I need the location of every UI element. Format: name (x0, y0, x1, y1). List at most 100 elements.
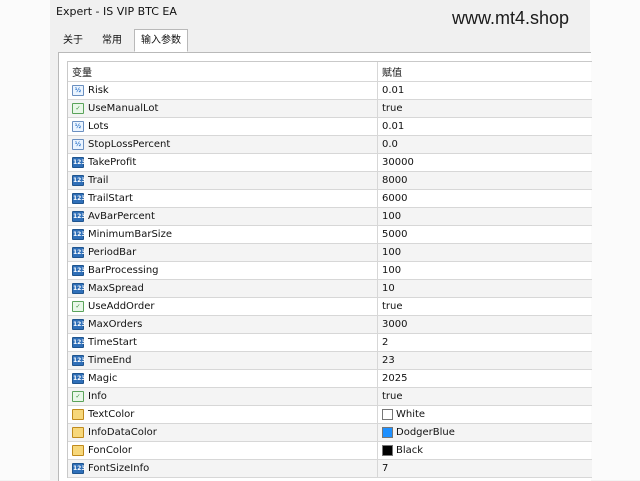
parameter-value-cell[interactable]: White (378, 406, 592, 423)
parameter-name-cell: 123 Magic (68, 370, 378, 387)
parameter-name: InfoDataColor (88, 427, 157, 438)
parameter-name: UseManualLot (88, 103, 159, 114)
table-row[interactable]: 123 FontSizeInfo 7 (68, 460, 592, 478)
parameter-value[interactable]: 23 (382, 355, 395, 366)
double-icon: ½ (72, 139, 84, 150)
double-icon: ½ (72, 121, 84, 132)
parameter-name: StopLossPercent (88, 139, 171, 150)
parameter-value-cell[interactable]: true (378, 388, 592, 405)
parameter-value-cell[interactable]: true (378, 298, 592, 315)
parameter-value[interactable]: 0.01 (382, 85, 404, 96)
bool-icon: ✓ (72, 391, 84, 402)
parameter-value-cell[interactable]: 0.01 (378, 82, 592, 99)
parameter-value-cell[interactable]: DodgerBlue (378, 424, 592, 441)
color-swatch (382, 427, 393, 438)
parameter-value-cell[interactable]: 0.01 (378, 118, 592, 135)
integer-icon: 123 (72, 175, 86, 186)
tab-common[interactable]: 常用 (94, 30, 130, 52)
parameter-value[interactable]: 0.01 (382, 121, 404, 132)
parameter-value[interactable]: Black (396, 445, 423, 456)
column-header-value[interactable]: 赋值 (378, 62, 592, 81)
table-row[interactable]: ½ Lots 0.01 (68, 118, 592, 136)
table-row[interactable]: 123 PeriodBar 100 (68, 244, 592, 262)
parameter-value[interactable]: 100 (382, 247, 401, 258)
parameter-value-cell[interactable]: 5000 (378, 226, 592, 243)
table-row[interactable]: 123 MinimumBarSize 5000 (68, 226, 592, 244)
parameter-name-cell: 123 BarProcessing (68, 262, 378, 279)
parameter-name-cell: 123 Trail (68, 172, 378, 189)
parameter-value-cell[interactable]: 2025 (378, 370, 592, 387)
parameter-value[interactable]: White (396, 409, 425, 420)
integer-icon: 123 (72, 211, 86, 222)
parameter-name: TimeEnd (88, 355, 132, 366)
watermark-text: www.mt4.shop (452, 8, 570, 28)
parameter-value-cell[interactable]: 10 (378, 280, 592, 297)
tab-about[interactable]: 关于 (56, 30, 90, 52)
table-row[interactable]: ✓ Info true (68, 388, 592, 406)
parameter-value[interactable]: true (382, 301, 403, 312)
parameter-value[interactable]: DodgerBlue (396, 427, 455, 438)
parameter-value-cell[interactable]: 8000 (378, 172, 592, 189)
table-row[interactable]: 123 MaxOrders 3000 (68, 316, 592, 334)
parameter-value-cell[interactable]: 23 (378, 352, 592, 369)
parameter-value[interactable]: 8000 (382, 175, 407, 186)
table-row[interactable]: FonColor Black (68, 442, 592, 460)
parameter-name: TakeProfit (88, 157, 137, 168)
parameter-name-cell: ½ Risk (68, 82, 378, 99)
table-row[interactable]: 123 Magic 2025 (68, 370, 592, 388)
parameter-value[interactable]: 2 (382, 337, 388, 348)
parameter-value[interactable]: 30000 (382, 157, 414, 168)
parameter-value-cell[interactable]: Black (378, 442, 592, 459)
table-row[interactable]: 123 TakeProfit 30000 (68, 154, 592, 172)
table-row[interactable]: ✓ UseAddOrder true (68, 298, 592, 316)
table-row[interactable]: 123 MaxSpread 10 (68, 280, 592, 298)
table-row[interactable]: ½ Risk 0.01 (68, 82, 592, 100)
parameter-value[interactable]: 100 (382, 211, 401, 222)
parameter-value[interactable]: 0.0 (382, 139, 398, 150)
table-row[interactable]: 123 TimeEnd 23 (68, 352, 592, 370)
tab-inputs[interactable]: 输入参数 (134, 29, 188, 52)
parameter-value-cell[interactable]: 0.0 (378, 136, 592, 153)
table-row[interactable]: 123 BarProcessing 100 (68, 262, 592, 280)
integer-icon: 123 (72, 193, 86, 204)
parameter-value-cell[interactable]: 100 (378, 208, 592, 225)
bool-icon: ✓ (72, 103, 84, 114)
parameter-value[interactable]: true (382, 103, 403, 114)
parameter-value-cell[interactable]: 30000 (378, 154, 592, 171)
parameter-name-cell: 123 FontSizeInfo (68, 460, 378, 477)
parameter-value-cell[interactable]: 100 (378, 244, 592, 261)
parameter-value[interactable]: 100 (382, 265, 401, 276)
parameter-value-cell[interactable]: true (378, 100, 592, 117)
parameter-value[interactable]: 3000 (382, 319, 407, 330)
bool-icon: ✓ (72, 301, 84, 312)
table-row[interactable]: 123 Trail 8000 (68, 172, 592, 190)
parameter-value-cell[interactable]: 6000 (378, 190, 592, 207)
parameter-name-cell: 123 TimeEnd (68, 352, 378, 369)
color-swatch (382, 409, 393, 420)
parameter-value[interactable]: true (382, 391, 403, 402)
parameter-name-cell: 123 PeriodBar (68, 244, 378, 261)
table-row[interactable]: TextColor White (68, 406, 592, 424)
parameter-value[interactable]: 7 (382, 463, 388, 474)
integer-icon: 123 (72, 157, 86, 168)
parameter-value-cell[interactable]: 3000 (378, 316, 592, 333)
parameter-name-cell: ✓ Info (68, 388, 378, 405)
table-row[interactable]: ½ StopLossPercent 0.0 (68, 136, 592, 154)
table-row[interactable]: 123 TrailStart 6000 (68, 190, 592, 208)
parameter-value[interactable]: 10 (382, 283, 395, 294)
parameter-value-cell[interactable]: 2 (378, 334, 592, 351)
parameter-name: MaxSpread (88, 283, 144, 294)
column-header-variable[interactable]: 变量 (68, 62, 378, 81)
parameter-name: UseAddOrder (88, 301, 155, 312)
table-row[interactable]: ✓ UseManualLot true (68, 100, 592, 118)
table-row[interactable]: 123 TimeStart 2 (68, 334, 592, 352)
parameter-value[interactable]: 5000 (382, 229, 407, 240)
table-row[interactable]: 123 AvBarPercent 100 (68, 208, 592, 226)
parameter-value[interactable]: 6000 (382, 193, 407, 204)
parameter-name-cell: TextColor (68, 406, 378, 423)
parameter-value-cell[interactable]: 100 (378, 262, 592, 279)
parameter-value-cell[interactable]: 7 (378, 460, 592, 477)
parameter-name: PeriodBar (88, 247, 137, 258)
table-row[interactable]: InfoDataColor DodgerBlue (68, 424, 592, 442)
parameter-value[interactable]: 2025 (382, 373, 407, 384)
